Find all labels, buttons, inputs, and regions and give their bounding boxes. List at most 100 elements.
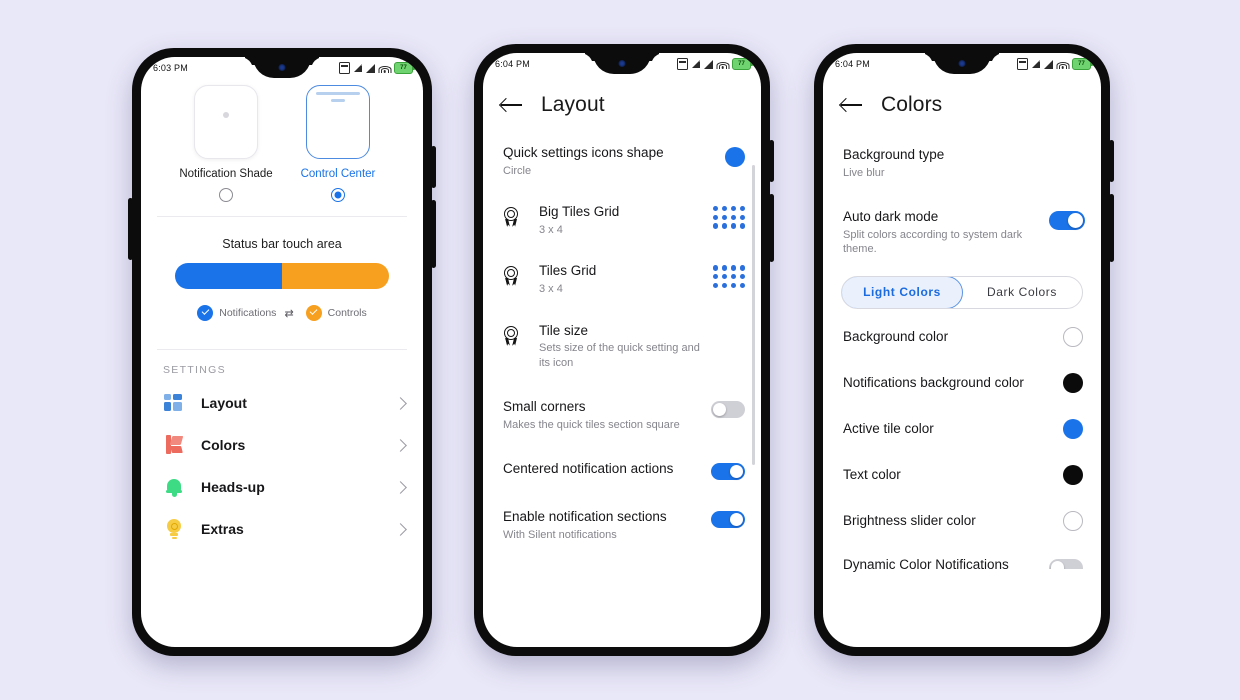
mode-option-label: Control Center (300, 168, 376, 180)
phone2-volume-button[interactable] (769, 194, 774, 262)
row-subtitle: Live blur (843, 166, 885, 179)
sidebar-item-layout[interactable]: Layout (141, 382, 423, 424)
list-item-auto-dark-mode[interactable]: Auto dark mode Split colors according to… (823, 193, 1101, 269)
screenshot-stage: 6:03 PM 77 Notification Shade Control Ce… (0, 0, 1240, 700)
touch-area-notifications-segment[interactable] (175, 263, 282, 289)
mode-option-notification-shade[interactable]: Notification Shade (177, 85, 275, 202)
check-circle-icon (197, 305, 214, 321)
phone2-screen: 6:04 PM 77 Layout Quick settings icons s… (483, 53, 761, 647)
tab-light-colors[interactable]: Light Colors (842, 276, 963, 308)
toggle-small-corners[interactable] (711, 400, 745, 418)
toggle-auto-dark-mode[interactable] (1049, 211, 1085, 231)
row-subtitle: Circle (503, 164, 532, 177)
color-swatch[interactable] (1063, 418, 1083, 439)
tab-dark-colors[interactable]: Dark Colors (962, 277, 1082, 308)
phone-2-frame: 6:04 PM 77 Layout Quick settings icons s… (474, 44, 774, 656)
phone1-left-button[interactable] (128, 198, 133, 260)
sidebar-item-colors[interactable]: Colors (141, 424, 423, 466)
sidebar-item-heads-up[interactable]: Heads-up (141, 466, 423, 508)
list-item-quick-settings-icons-shape[interactable]: Quick settings icons shape Circle (483, 127, 761, 191)
list-item-tile-size[interactable]: Tile size Sets size of the quick setting… (483, 310, 761, 383)
legend-label: Controls (327, 307, 367, 319)
touch-area-legend: Notifications ⇄ Controls (161, 289, 403, 321)
settings-section-label: SETTINGS (163, 364, 226, 376)
legend-notifications[interactable]: Notifications ⇄ (197, 305, 294, 321)
touch-area-controls-segment[interactable] (282, 263, 389, 289)
sidebar-item-label: Layout (201, 395, 247, 411)
mode-selector: Notification Shade Control Center (141, 81, 423, 202)
status-bar-touch-area-card: Status bar touch area Notifications ⇄ Co… (151, 231, 413, 333)
phone3-app-content: Colors Background type Live blur Auto da… (823, 53, 1101, 647)
row-title: Centered notification actions (503, 461, 674, 477)
page-title: Layout (541, 93, 605, 116)
list-item-tiles-grid[interactable]: Tiles Grid 3 x 4 (483, 250, 761, 309)
divider (157, 216, 407, 217)
list-item-centered-notification-actions[interactable]: Centered notification actions (483, 445, 761, 493)
list-item-background-color[interactable]: Background color (823, 311, 1101, 360)
legend-controls[interactable]: Controls (305, 305, 367, 321)
phone1-right-button[interactable] (431, 146, 436, 188)
sidebar-item-extras[interactable]: Extras (141, 508, 423, 550)
phone3-screen: 6:04 PM 77 Colors Background type Live b… (823, 53, 1101, 647)
phone1-status-bar: 6:03 PM 77 (141, 57, 423, 79)
list-item-text-color[interactable]: Text color (823, 452, 1101, 498)
list-item-enable-notification-sections[interactable]: Enable notification sections With Silent… (483, 493, 761, 555)
row-title: Background color (843, 329, 949, 345)
touch-area-title: Status bar touch area (222, 237, 342, 251)
mode-option-control-center[interactable]: Control Center (289, 85, 387, 202)
row-title: Notifications background color (843, 375, 1024, 391)
wifi-icon (1056, 60, 1069, 69)
phone3-volume-button[interactable] (1109, 194, 1114, 262)
page-title: Colors (881, 93, 943, 116)
toggle-centered-notification-actions[interactable] (711, 463, 745, 481)
phone2-right-button[interactable] (769, 140, 774, 182)
back-arrow-icon[interactable] (841, 96, 863, 114)
phone3-right-button[interactable] (1109, 140, 1114, 182)
list-item-brightness-slider-color[interactable]: Brightness slider color (823, 498, 1101, 544)
phone-3-frame: 6:04 PM 77 Colors Background type Live b… (814, 44, 1114, 656)
row-title: Quick settings icons shape (503, 145, 664, 160)
bell-icon (163, 476, 185, 498)
radio-control-center[interactable] (331, 188, 345, 202)
phone-1-frame: 6:03 PM 77 Notification Shade Control Ce… (128, 48, 436, 656)
row-title: Small corners (503, 398, 586, 414)
signal-1-icon (354, 61, 367, 72)
dot-grid-icon[interactable] (713, 206, 745, 229)
check-circle-icon (305, 305, 322, 321)
list-item-small-corners[interactable]: Small corners Makes the quick tiles sect… (483, 383, 761, 445)
control-center-preview-icon (306, 85, 370, 159)
list-item-dynamic-color-notifications[interactable]: Dynamic Color Notifications (823, 544, 1101, 576)
radio-notification-shade[interactable] (219, 188, 233, 202)
touch-area-slider[interactable] (175, 263, 389, 289)
list-item-active-tile-color[interactable]: Active tile color (823, 406, 1101, 452)
battery-icon: 77 (1072, 58, 1093, 70)
list-item-notifications-background-color[interactable]: Notifications background color (823, 360, 1101, 406)
legend-label: Notifications (219, 307, 277, 319)
sidebar-item-label: Extras (201, 521, 244, 537)
color-swatch[interactable] (1063, 372, 1083, 393)
chevron-right-icon (394, 396, 407, 410)
row-title: Enable notification sections (503, 509, 667, 525)
color-swatch[interactable] (1063, 464, 1083, 485)
back-arrow-icon[interactable] (501, 96, 523, 114)
phone1-volume-button[interactable] (431, 200, 436, 268)
status-icons: 77 (339, 61, 415, 74)
color-swatch[interactable] (1063, 510, 1083, 531)
dot-grid-icon[interactable] (713, 265, 745, 288)
chevron-right-icon (394, 522, 407, 536)
list-item-background-type[interactable]: Background type Live blur (823, 127, 1101, 193)
toggle-enable-notification-sections[interactable] (711, 511, 745, 529)
status-time: 6:04 PM (835, 59, 870, 69)
toggle-dynamic-color-notifications[interactable] (1049, 559, 1083, 570)
list-item-big-tiles-grid[interactable]: Big Tiles Grid 3 x 4 (483, 191, 761, 250)
sidebar-item-label: Heads-up (201, 479, 265, 495)
row-subtitle: Sets size of the quick setting and its i… (539, 342, 700, 369)
scrollbar[interactable] (752, 165, 755, 465)
circle-shape-icon[interactable] (725, 147, 745, 167)
premium-badge-icon (503, 325, 519, 346)
phone3-status-bar: 6:04 PM 77 (823, 53, 1101, 75)
status-time: 6:04 PM (495, 59, 530, 69)
color-swatch[interactable] (1063, 326, 1083, 347)
swap-arrows-icon[interactable]: ⇄ (284, 307, 293, 320)
status-time: 6:03 PM (153, 63, 188, 73)
